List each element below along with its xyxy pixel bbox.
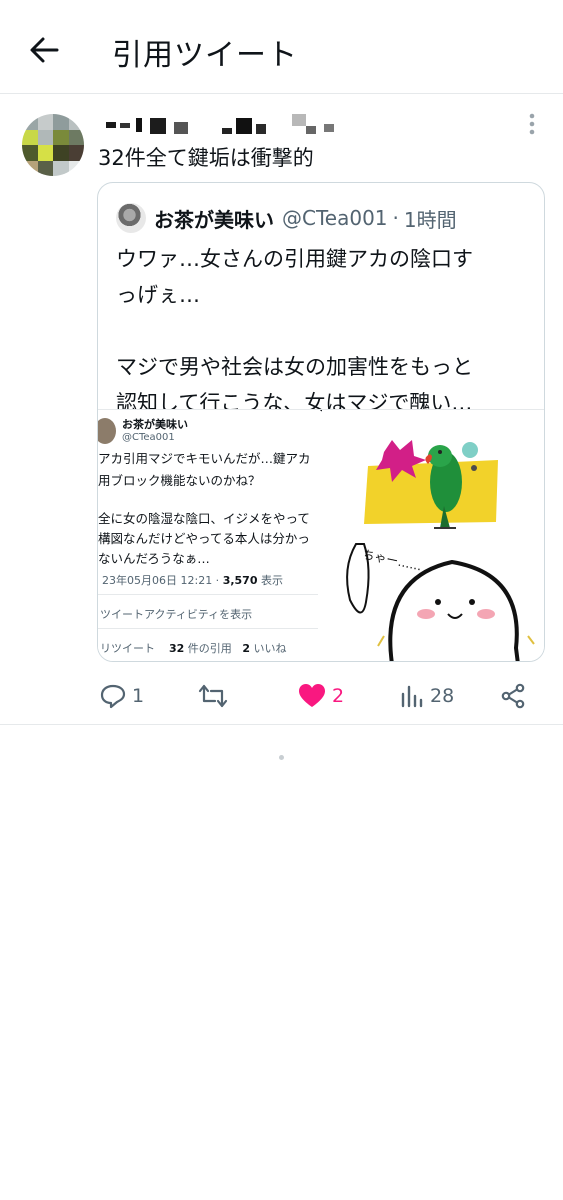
screenshot-text-line: 全に女の陰湿な陰口、イジメをやって bbox=[98, 511, 310, 526]
quoted-text-line: ウワァ…女さんの引用鍵アカの陰口す bbox=[116, 247, 473, 271]
quoted-timestamp: 1時間 bbox=[403, 207, 457, 232]
screenshot-handle: @CTea001 bbox=[122, 432, 175, 443]
like-button[interactable]: 2 bbox=[298, 674, 344, 718]
media-parrot-image[interactable] bbox=[322, 410, 544, 536]
quoted-tweet-header: お茶が美味い @CTea001 · 1時間 bbox=[116, 203, 457, 233]
screenshot-views-label: 表示 bbox=[257, 574, 283, 587]
media-cartoon-image[interactable]: ちゃー…… bbox=[322, 538, 544, 661]
quoted-media-grid: お茶が美味い @CTea001 アカ引用マジでキモいんだが…鍵アカ 用ブロック機… bbox=[98, 409, 544, 661]
screenshot-text-line: ないんだろうなぁ… bbox=[98, 551, 210, 566]
screenshot-text-line: 構図なんだけどやってる本人は分かっ bbox=[98, 531, 310, 546]
quoted-text-line: っげぇ… bbox=[116, 283, 200, 307]
like-count: 2 bbox=[332, 685, 345, 707]
screenshot-views: 3,570 bbox=[222, 574, 258, 587]
screenshot-divider bbox=[98, 594, 318, 595]
quoted-handle: @CTea001 bbox=[282, 206, 388, 230]
arrow-left-icon bbox=[30, 37, 59, 63]
tweet-text: 32件全て鍵垢は衝撃的 bbox=[98, 146, 314, 170]
media-screenshot-image[interactable]: お茶が美味い @CTea001 アカ引用マジでキモいんだが…鍵アカ 用ブロック機… bbox=[98, 410, 320, 661]
screenshot-quotes-label: 件の引用 bbox=[184, 642, 232, 655]
screenshot-quotes-count: 32 bbox=[169, 642, 185, 655]
share-button[interactable] bbox=[500, 674, 526, 718]
avatar[interactable] bbox=[22, 114, 84, 176]
quoted-text-line: マジで男や社会は女の加害性をもっと bbox=[116, 355, 473, 379]
screenshot-date: 23年05月06日 12:21 · bbox=[102, 574, 223, 587]
reply-icon bbox=[100, 684, 126, 709]
heart-icon bbox=[299, 684, 325, 707]
cartoon-speech-text: ちゃー…… bbox=[361, 547, 423, 573]
quoted-display-name: お茶が美味い bbox=[154, 207, 274, 232]
retweet-icon bbox=[198, 684, 228, 708]
screenshot-likes-label: いいね bbox=[249, 642, 287, 655]
timeline-divider bbox=[0, 724, 563, 725]
views-bar-chart-icon bbox=[401, 685, 423, 708]
page-title: 引用ツイート bbox=[112, 38, 298, 73]
screenshot-activity-link: ツイートアクティビティを表示 bbox=[100, 608, 253, 621]
screenshot-meta: 23年05月06日 12:21 · 3,570 表示 bbox=[102, 572, 283, 588]
screenshot-retweets-label: リツイート bbox=[100, 642, 155, 655]
screenshot-text-line: アカ引用マジでキモいんだが…鍵アカ bbox=[98, 451, 311, 466]
loading-indicator bbox=[279, 755, 284, 760]
screenshot-likes-count: 2 bbox=[242, 642, 250, 655]
screenshot-text-line: 用ブロック機能ないのかね？ bbox=[98, 473, 261, 488]
quoted-separator: · bbox=[392, 206, 399, 230]
reply-button[interactable]: 1 bbox=[100, 674, 144, 718]
top-app-bar: 引用ツイート bbox=[0, 0, 563, 94]
screenshot-stats: リツイート 32 件の引用 2 いいね bbox=[100, 640, 286, 656]
blurred-username bbox=[106, 114, 334, 134]
quoted-avatar bbox=[116, 203, 146, 233]
screenshot-divider bbox=[98, 628, 318, 629]
retweet-button[interactable] bbox=[198, 674, 234, 718]
quoted-tweet-card[interactable]: お茶が美味い @CTea001 · 1時間 ウワァ…女さんの引用鍵アカの陰口す … bbox=[97, 182, 545, 662]
parrot-illustration bbox=[364, 440, 498, 529]
cartoon-illustration: ちゃー…… bbox=[346, 543, 535, 661]
view-count: 28 bbox=[430, 685, 455, 707]
reply-count: 1 bbox=[132, 685, 145, 707]
screenshot-name: お茶が美味い bbox=[122, 418, 188, 431]
views-button[interactable]: 28 bbox=[400, 674, 454, 718]
quoted-tweet-text: ウワァ…女さんの引用鍵アカの陰口す っげぇ… マジで男や社会は女の加害性をもっと… bbox=[116, 241, 536, 421]
quoted-text-blank-line bbox=[116, 313, 536, 349]
more-options-icon[interactable] bbox=[524, 112, 540, 136]
back-button[interactable] bbox=[26, 32, 62, 68]
share-icon bbox=[501, 683, 525, 709]
tweet-action-bar: 1 2 28 bbox=[0, 674, 563, 718]
screenshot-avatar bbox=[98, 418, 116, 444]
